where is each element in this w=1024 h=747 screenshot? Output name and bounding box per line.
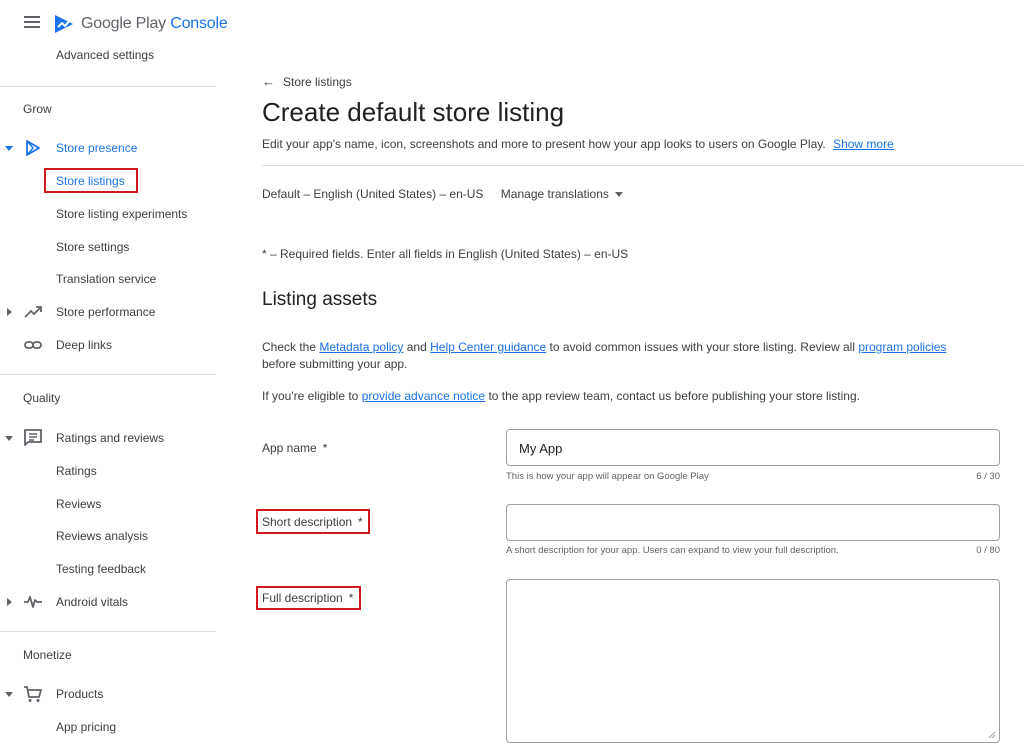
section-monetize: Monetize (23, 648, 72, 662)
sidebar-item-app-pricing[interactable]: App pricing (56, 720, 116, 734)
manage-translations-button[interactable]: Manage translations (501, 187, 623, 201)
required-star: * (348, 591, 354, 605)
resize-handle-icon[interactable] (988, 731, 996, 739)
section-grow: Grow (23, 102, 52, 116)
store-presence-icon (26, 140, 40, 156)
back-link-label: Store listings (283, 75, 352, 89)
sidebar-item-translation-service[interactable]: Translation service (56, 272, 156, 286)
short-description-label-text: Short description (262, 515, 353, 529)
section-quality: Quality (23, 391, 61, 405)
subtitle-text: Edit your app's name, icon, screenshots … (262, 137, 826, 151)
program-policies-link[interactable]: program policies (858, 340, 946, 354)
required-fields-note: * – Required fields. Enter all fields in… (262, 247, 629, 261)
sidebar-item-android-vitals[interactable]: Android vitals (56, 595, 128, 609)
app-name-label: App name * (262, 441, 327, 455)
expand-caret-icon[interactable] (5, 146, 13, 151)
expand-caret-icon[interactable] (7, 598, 12, 606)
para-text: to avoid common issues with your store l… (546, 340, 859, 354)
sidebar-item-ratings-and-reviews[interactable]: Ratings and reviews (56, 431, 164, 445)
menu-icon[interactable] (24, 16, 40, 30)
full-description-textarea[interactable] (506, 579, 1000, 743)
brand-title[interactable]: Google Play Console (81, 15, 228, 33)
trending-up-icon (24, 306, 42, 318)
expand-caret-icon[interactable] (7, 308, 12, 316)
sidebar-item-store-performance[interactable]: Store performance (56, 305, 155, 319)
para-text: before submitting your app. (262, 357, 408, 371)
page-title: Create default store listing (262, 97, 565, 127)
app-name-hint: This is how your app will appear on Goog… (506, 471, 709, 482)
full-description-label: Full description * (262, 591, 353, 605)
para-text: Check the (262, 340, 320, 354)
sidebar-item-testing-feedback[interactable]: Testing feedback (56, 562, 146, 576)
sidebar: Google Play Console Advanced settings Gr… (0, 0, 228, 747)
section-title: Listing assets (262, 289, 378, 310)
brand-google-play: Google Play (81, 15, 166, 32)
sidebar-item-products[interactable]: Products (56, 687, 103, 701)
sidebar-item-store-presence[interactable]: Store presence (56, 141, 137, 155)
full-description-label-text: Full description (262, 591, 343, 605)
manage-translations-label: Manage translations (500, 187, 609, 201)
short-description-hint: A short description for your app. Users … (506, 545, 839, 556)
play-console-logo-icon (55, 15, 73, 33)
required-star: * (322, 441, 328, 455)
metadata-policy-link[interactable]: Metadata policy (319, 340, 403, 354)
sidebar-item-store-listings[interactable]: Store listings (56, 174, 125, 188)
app-name-counter: 6 / 30 (976, 471, 1000, 482)
sidebar-item-reviews-analysis[interactable]: Reviews analysis (56, 529, 148, 543)
help-center-guidance-link[interactable]: Help Center guidance (430, 340, 546, 354)
para-text: to the app review team, contact us befor… (485, 389, 860, 403)
arrow-back-icon: ← (262, 74, 275, 89)
short-description-counter: 0 / 80 (976, 545, 1000, 556)
dropdown-caret-icon (614, 192, 623, 198)
sidebar-item-ratings[interactable]: Ratings (56, 464, 97, 478)
show-more-link[interactable]: Show more (833, 137, 894, 151)
app-name-value: My App (519, 441, 563, 456)
header-divider (262, 165, 1024, 166)
advance-notice-paragraph: If you're eligible to provide advance no… (262, 388, 982, 405)
required-star: * (358, 515, 363, 529)
back-link[interactable]: ← Store listings (262, 74, 352, 89)
sidebar-item-store-listing-experiments[interactable]: Store listing experiments (56, 207, 187, 221)
main-content: ← Store listings Create default store lis… (216, 0, 1024, 747)
short-description-input[interactable] (506, 504, 1000, 541)
sidebar-item-deep-links[interactable]: Deep links (56, 338, 112, 352)
link-icon (24, 341, 42, 349)
vitals-icon (24, 596, 42, 608)
expand-caret-icon[interactable] (5, 436, 13, 441)
language-row: Default – English (United States) – en-U… (262, 187, 623, 201)
app-name-label-text: App name (262, 441, 317, 455)
default-language: Default – English (United States) – en-U… (262, 187, 484, 201)
sidebar-divider (0, 86, 216, 87)
expand-caret-icon[interactable] (5, 692, 13, 697)
provide-advance-notice-link[interactable]: provide advance notice (362, 389, 485, 403)
sidebar-item-store-settings[interactable]: Store settings (56, 240, 129, 254)
short-description-label: Short description * (262, 515, 363, 529)
app-name-input[interactable]: My App (506, 429, 1000, 466)
policy-paragraph: Check the Metadata policy and Help Cente… (262, 339, 982, 373)
para-text: If you're eligible to (262, 389, 362, 403)
reviews-icon (24, 429, 42, 446)
cart-icon (24, 686, 42, 702)
sidebar-item-advanced-settings[interactable]: Advanced settings (56, 48, 154, 62)
sidebar-divider (0, 374, 216, 375)
sidebar-divider (0, 631, 216, 632)
top-bar: Google Play Console (0, 0, 240, 50)
page-subtitle: Edit your app's name, icon, screenshots … (262, 137, 894, 151)
sidebar-item-reviews[interactable]: Reviews (56, 497, 101, 511)
para-text: and (403, 340, 431, 354)
